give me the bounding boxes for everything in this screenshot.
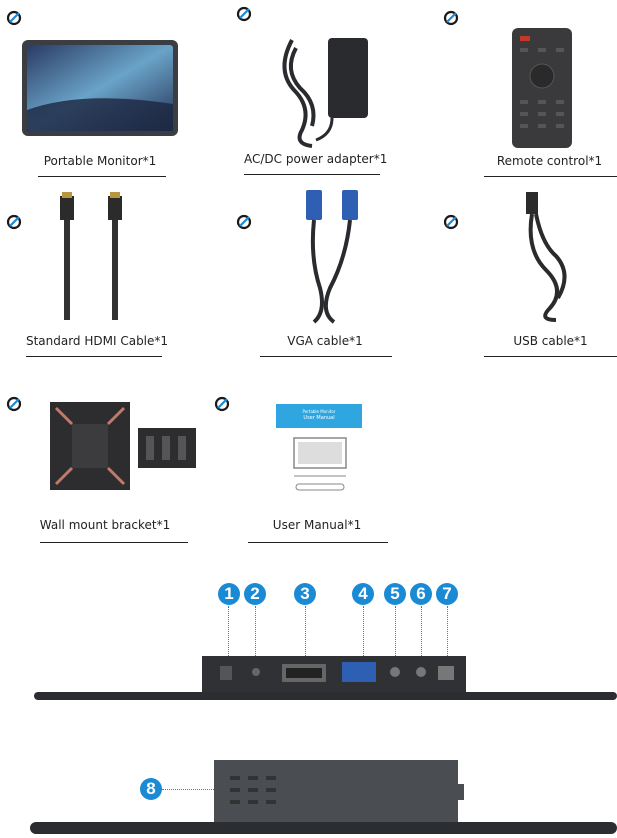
caption-underline	[244, 174, 380, 175]
item-caption: Portable Monitor*1	[43, 154, 157, 168]
caption-underline	[26, 356, 162, 357]
item-caption: User Manual*1	[272, 518, 362, 532]
manual-cover-line1: Portable Monitor	[302, 409, 336, 414]
monitor-side-view	[30, 760, 617, 834]
caption-underline	[260, 356, 392, 357]
monitor-bottom-edge-ports	[34, 656, 617, 700]
manual-monitor-illustration	[293, 437, 347, 491]
check-circle-icon	[6, 214, 22, 230]
usb-cable-image	[526, 192, 567, 322]
item-caption: AC/DC power adapter*1	[244, 152, 388, 166]
portable-monitor-image	[22, 40, 178, 136]
manual-cover-line2: User Manual	[303, 415, 335, 421]
check-circle-icon	[6, 10, 22, 26]
caption-underline	[38, 176, 166, 177]
check-circle-icon	[443, 214, 459, 230]
caption-underline	[484, 176, 617, 177]
item-caption: USB cable*1	[513, 334, 588, 348]
check-circle-icon	[236, 6, 252, 22]
remote-control-image	[512, 28, 572, 148]
item-caption: Standard HDMI Cable*1	[25, 334, 169, 348]
power-adapter-image	[282, 38, 368, 148]
check-circle-icon	[443, 10, 459, 26]
port-number-badge: 6	[410, 583, 432, 605]
port-number-badge: 5	[384, 583, 406, 605]
hdmi-cable-image	[60, 192, 122, 320]
caption-underline	[40, 542, 188, 543]
item-caption: VGA cable*1	[287, 334, 363, 348]
check-circle-icon	[6, 396, 22, 412]
port-number-badge: 2	[244, 583, 266, 605]
item-caption: Wall mount bracket*1	[39, 518, 171, 532]
caption-underline	[248, 542, 388, 543]
check-circle-icon	[214, 396, 230, 412]
port-number-badge: 4	[352, 583, 374, 605]
port-number-badge: 3	[294, 583, 316, 605]
caption-underline	[484, 356, 617, 357]
item-caption: Remote control*1	[496, 154, 603, 168]
port-number-badge: 1	[218, 583, 240, 605]
wall-mount-bracket-image	[50, 402, 196, 490]
check-circle-icon	[236, 214, 252, 230]
port-number-badge: 7	[436, 583, 458, 605]
manual-cover: Portable Monitor User Manual	[276, 404, 362, 428]
vga-cable-image	[306, 190, 358, 324]
